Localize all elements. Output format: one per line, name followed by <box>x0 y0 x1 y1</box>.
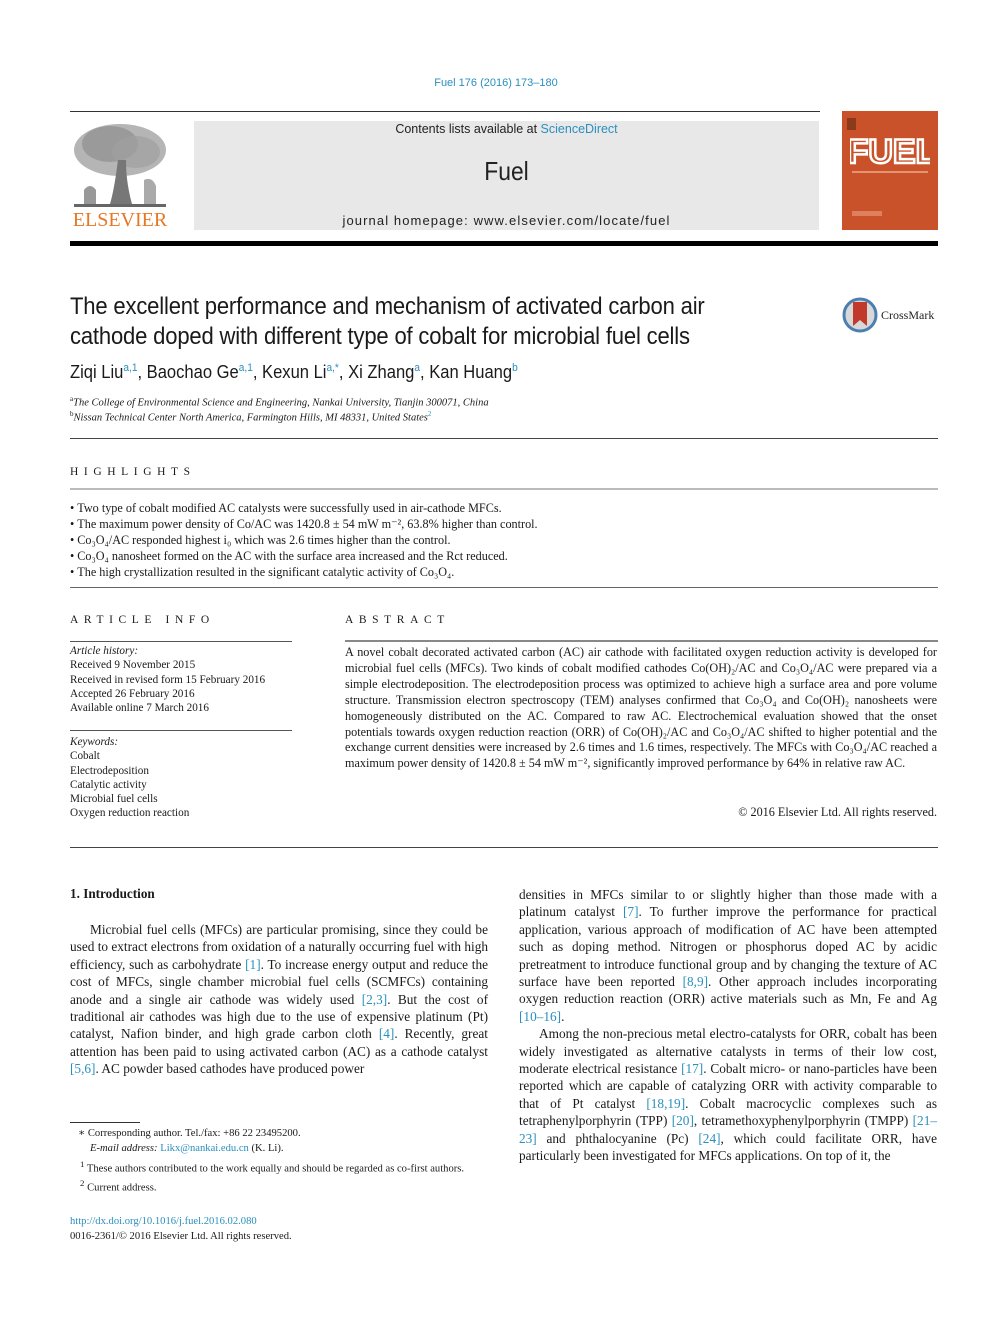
highlights-list: Two type of cobalt modified AC catalysts… <box>70 500 770 580</box>
footnote-1: 1 These authors contributed to the work … <box>80 1158 465 1175</box>
history-label: Article history: <box>70 645 139 657</box>
cover-subtitle <box>852 171 928 173</box>
cover-logo-mark <box>847 118 856 130</box>
cover-fuel-title: FUEL <box>850 133 930 167</box>
history-revised: Received in revised form 15 February 201… <box>70 673 266 686</box>
footnote-rule <box>70 1122 140 1123</box>
paragraph-text: . AC powder based cathodes have produced… <box>95 1061 365 1077</box>
crossmark-icon <box>842 297 878 333</box>
crossmark-label: CrossMark <box>881 308 935 322</box>
keyword: Catalytic activity <box>70 778 147 791</box>
article-title: The excellent performance and mechanism … <box>70 293 705 350</box>
keywords-label: Keywords: <box>70 736 119 748</box>
author-list: Ziqi Liua,1, Baochao Gea,1, Kexun Lia,*,… <box>70 362 518 382</box>
citation-link[interactable]: [17] <box>681 1061 703 1076</box>
citation-link[interactable]: [24] <box>698 1131 720 1146</box>
highlight-item: Two type of cobalt modified AC catalysts… <box>70 500 770 516</box>
section-rule <box>70 438 938 439</box>
affiliation-b: bNissan Technical Center North America, … <box>70 410 432 424</box>
intro-paragraph: densities in MFCs similar to or slightly… <box>519 886 937 1025</box>
highlight-item: Co₃O₄/AC responded highest i₀ which was … <box>70 532 770 548</box>
journal-citation-link[interactable]: Fuel 176 (2016) 173–180 <box>0 77 992 89</box>
author[interactable]: Baochao Gea,1 <box>147 362 253 382</box>
history-accepted: Accepted 26 February 2016 <box>70 687 195 700</box>
doi-link[interactable]: http://dx.doi.org/10.1016/j.fuel.2016.02… <box>70 1216 257 1227</box>
abstract-text: A novel cobalt decorated activated carbo… <box>345 645 937 771</box>
paragraph-text: . <box>561 1008 565 1024</box>
abstract-rule <box>345 640 938 642</box>
abstract-heading: ABSTRACT <box>345 614 450 626</box>
author[interactable]: Kan Huangb <box>429 362 518 382</box>
issn-line: 0016-2361/© 2016 Elsevier Ltd. All right… <box>70 1231 292 1242</box>
citation-link[interactable]: [1] <box>245 957 261 972</box>
intro-paragraph: Microbial fuel cells (MFCs) are particul… <box>70 921 488 1078</box>
article-info-rule <box>70 641 292 642</box>
elsevier-wordmark: ELSEVIER <box>72 209 168 231</box>
footnote-email: E-mail address: Likx@nankai.edu.cn (K. L… <box>90 1143 284 1155</box>
contents-line: Contents lists available at ScienceDirec… <box>194 122 819 136</box>
citation-link[interactable]: [7] <box>623 904 639 919</box>
keywords: Keywords: Cobalt Electrodeposition Catal… <box>70 735 300 821</box>
sciencedirect-link[interactable]: ScienceDirect <box>541 122 618 136</box>
paragraph-text: , tetramethoxyphenylporphyrin (TMPP) <box>693 1113 913 1129</box>
highlight-item: The high crystallization resulted in the… <box>70 564 770 580</box>
highlights-heading: HIGHLIGHTS <box>70 466 196 478</box>
footnotes: ∗ Corresponding author. Tel./fax: +86 22… <box>70 1126 490 1196</box>
history-received: Received 9 November 2015 <box>70 659 196 672</box>
author[interactable]: Ziqi Liua,1 <box>70 362 137 382</box>
introduction-heading: 1. Introduction <box>70 886 155 901</box>
cover-title-text: FUEL <box>850 133 930 167</box>
history-online: Available online 7 March 2016 <box>70 702 209 715</box>
keyword: Microbial fuel cells <box>70 793 158 806</box>
homepage-link[interactable]: www.elsevier.com/locate/fuel <box>474 213 671 228</box>
header-rule <box>70 111 820 112</box>
email-link[interactable]: Likx@nankai.edu.cn <box>160 1143 249 1154</box>
highlights-bottom-rule <box>70 587 938 588</box>
affiliation-a: aThe College of Environmental Science an… <box>70 395 489 409</box>
article-history: Article history: Received 9 November 201… <box>70 644 300 715</box>
elsevier-tree-icon <box>74 124 166 207</box>
body-rule <box>70 847 938 848</box>
highlights-rule <box>70 488 938 490</box>
highlight-item: The maximum power density of Co/AC was 1… <box>70 516 770 532</box>
citation-link[interactable]: [10–16] <box>519 1009 561 1024</box>
keyword: Cobalt <box>70 750 100 763</box>
abstract-copyright: © 2016 Elsevier Ltd. All rights reserved… <box>738 805 937 819</box>
footnote-corresponding: ∗ Corresponding author. Tel./fax: +86 22… <box>78 1128 301 1139</box>
journal-name: Fuel <box>484 156 529 186</box>
author[interactable]: Kexun Lia,* <box>262 362 339 382</box>
highlight-item: Co₃O₄ nanosheet formed on the AC with th… <box>70 548 770 564</box>
cover-footer <box>852 211 882 216</box>
keyword: Oxygen reduction reaction <box>70 807 190 820</box>
citation-link[interactable]: [20] <box>672 1113 694 1128</box>
paragraph-text: and phthalocyanine (Pc) <box>536 1130 699 1146</box>
intro-paragraph: Among the non-precious metal electro-cat… <box>519 1025 937 1164</box>
author[interactable]: Xi Zhanga <box>348 362 420 382</box>
homepage-prefix: journal homepage: <box>342 213 474 228</box>
crossmark-button[interactable]: CrossMark <box>842 296 942 334</box>
citation-link[interactable]: [2,3] <box>362 992 387 1007</box>
journal-cover-thumbnail[interactable]: FUEL <box>842 111 938 230</box>
citation-link[interactable]: [4] <box>379 1026 395 1041</box>
article-info-heading: ARTICLE INFO <box>70 614 215 626</box>
intro-column-left: Microbial fuel cells (MFCs) are particul… <box>70 921 488 1078</box>
masthead-thick-rule <box>70 241 938 246</box>
keyword: Electrodeposition <box>70 764 149 777</box>
keywords-rule <box>70 730 292 731</box>
contents-prefix: Contents lists available at <box>395 122 541 136</box>
citation-link[interactable]: [18,19] <box>646 1096 685 1111</box>
journal-masthead: Contents lists available at ScienceDirec… <box>194 121 819 230</box>
footnote-2: 2 Current address. <box>80 1178 157 1194</box>
citation-link[interactable]: [8,9] <box>683 974 708 989</box>
citation-link[interactable]: [5,6] <box>70 1061 95 1076</box>
elsevier-logo[interactable]: ELSEVIER <box>70 120 170 232</box>
journal-homepage: journal homepage: www.elsevier.com/locat… <box>194 213 819 228</box>
intro-column-right: densities in MFCs similar to or slightly… <box>519 886 937 1165</box>
